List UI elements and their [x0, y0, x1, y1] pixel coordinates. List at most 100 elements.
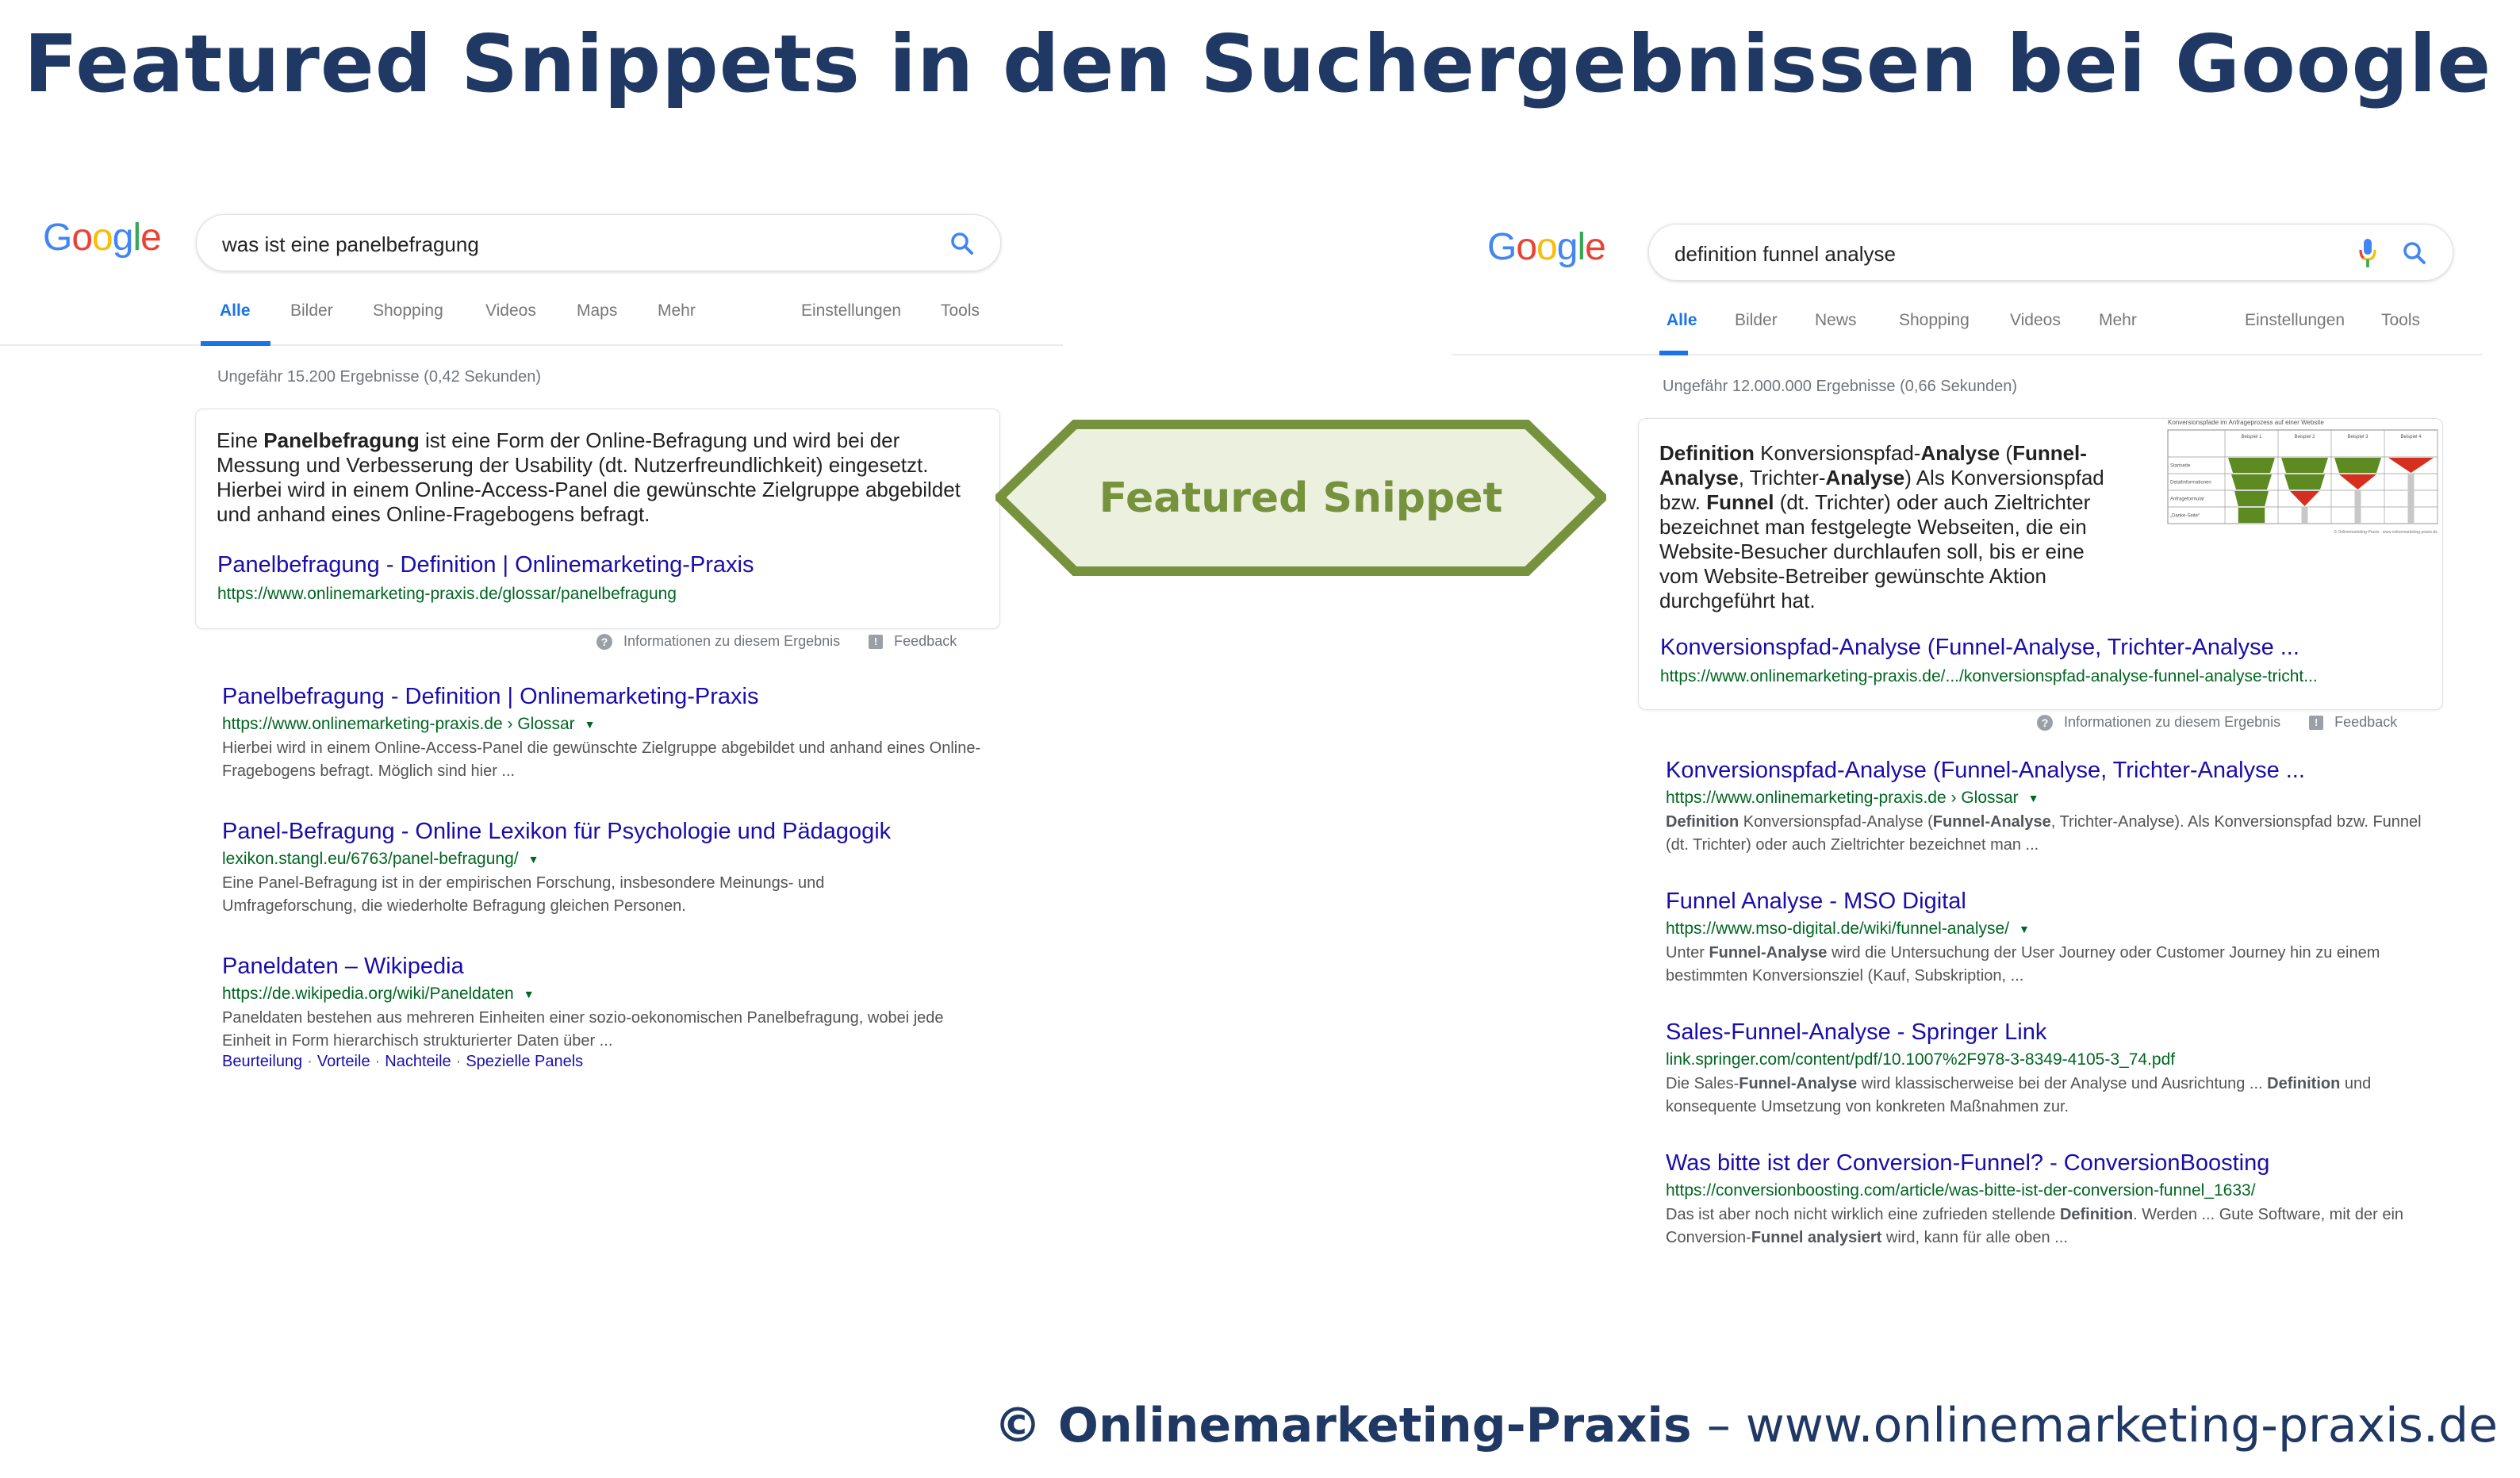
featured-snippet-left: Eine Panelbefragung ist eine Form der On… — [195, 409, 1000, 629]
footer-url[interactable]: www.onlinemarketing-praxis.de — [1746, 1398, 2498, 1453]
result-title-link[interactable]: Panel-Befragung - Online Lexikon für Psy… — [222, 819, 984, 845]
footer-brand: © Onlinemarketing-Praxis — [994, 1398, 1692, 1453]
tab-videos[interactable]: Videos — [2010, 311, 2061, 330]
sitelink[interactable]: Nachteile — [385, 1053, 451, 1070]
search-query[interactable]: definition funnel analyse — [1674, 242, 1896, 267]
thumb-row-label: „Danke-Seite“ — [2170, 514, 2200, 519]
result-title-link[interactable]: Sales-Funnel-Analyse - Springer Link — [1666, 1019, 2427, 1046]
thumb-funnel-segment — [2238, 508, 2265, 523]
search-header: Google definition funnel analyse — [1452, 208, 2483, 295]
organic-result: Konversionspfad-Analyse (Funnel-Analyse,… — [1666, 758, 2427, 857]
tab-mehr[interactable]: Mehr — [2099, 311, 2137, 330]
feedback-icon: ! — [2309, 716, 2324, 731]
organic-result: Paneldaten – Wikipedia https://de.wikipe… — [222, 954, 984, 1071]
snippet-text: Definition Konversionspfad-Analyse (Funn… — [1659, 441, 2104, 612]
result-url: https://www.onlinemarketing-praxis.de › … — [1666, 789, 2019, 807]
thumb-row-label: Detailinformationen — [2170, 481, 2211, 486]
sitelink[interactable]: Spezielle Panels — [466, 1053, 583, 1070]
search-tabs: Alle Bilder News Shopping Videos Mehr Ei… — [1452, 295, 2483, 355]
organic-result: Panelbefragung - Definition | Onlinemark… — [222, 684, 984, 783]
search-input[interactable]: was ist eine panelbefragung — [196, 214, 1001, 271]
thumb-credit: © Onlinemarketing-Praxis · www.onlinemar… — [2334, 529, 2438, 535]
caret-down-icon[interactable]: ▼ — [585, 718, 596, 731]
serp-left: Google was ist eine panelbefragung Alle … — [0, 198, 1063, 386]
search-icon[interactable] — [948, 229, 976, 258]
result-title-link[interactable]: Funnel Analyse - MSO Digital — [1666, 889, 2427, 915]
thumb-funnel-segment — [2234, 491, 2269, 506]
result-url: https://de.wikipedia.org/wiki/Paneldaten — [222, 985, 514, 1003]
snippet-url: https://www.onlinemarketing-praxis.de/..… — [1660, 667, 2318, 685]
tab-videos[interactable]: Videos — [485, 301, 536, 321]
result-stats: Ungefähr 12.000.000 Ergebnisse (0,66 Sek… — [1663, 378, 2017, 395]
tab-mehr[interactable]: Mehr — [658, 301, 696, 321]
tab-einstellungen[interactable]: Einstellungen — [801, 301, 901, 321]
google-logo[interactable]: Google — [43, 216, 162, 259]
thumb-column-label: Beispiel 3 — [2347, 435, 2368, 440]
search-icon[interactable] — [2400, 239, 2429, 267]
funnel-diagram: Beispiel 1 Beispiel 2 Beispiel 3 Beispiel 4… — [2167, 429, 2438, 535]
tab-news[interactable]: News — [1815, 311, 1857, 330]
featured-snippet-badge: Featured Snippet — [995, 417, 1606, 579]
feedback-link[interactable]: Feedback — [2334, 714, 2397, 730]
result-description: Eine Panel-Befragung ist in der empirisc… — [222, 874, 825, 915]
help-circle-icon: ? — [2037, 715, 2053, 731]
snippet-thumbnail-image[interactable]: Konversionspfade im Anfrageprozess auf e… — [2166, 419, 2440, 538]
result-url: link.springer.com/content/pdf/10.1007%2F… — [1666, 1050, 2176, 1069]
result-description: Unter Funnel-Analyse wird die Untersuchu… — [1666, 944, 2380, 985]
result-url: https://www.onlinemarketing-praxis.de › … — [222, 715, 575, 733]
result-title-link[interactable]: Konversionspfad-Analyse (Funnel-Analyse,… — [1666, 758, 2427, 784]
tab-einstellungen[interactable]: Einstellungen — [2245, 311, 2345, 330]
thumb-funnel-stem — [2354, 490, 2361, 507]
snippet-text: Eine Panelbefragung ist eine Form der On… — [217, 428, 961, 526]
result-title-link[interactable]: Paneldaten – Wikipedia — [222, 954, 984, 980]
help-circle-icon: ? — [596, 634, 612, 651]
caret-down-icon[interactable]: ▼ — [528, 853, 539, 866]
sitelinks: Beurteilung · Vorteile · Nachteile · Spezielle… — [222, 1053, 584, 1070]
caret-down-icon[interactable]: ▼ — [2028, 792, 2039, 804]
about-result-link[interactable]: Informationen zu diesem Ergebnis — [623, 633, 840, 649]
organic-result: Sales-Funnel-Analyse - Springer Link link… — [1666, 1019, 2427, 1119]
caret-down-icon[interactable]: ▼ — [524, 988, 535, 1000]
tab-maps[interactable]: Maps — [577, 301, 617, 321]
thumb-column-label: Beispiel 4 — [2400, 435, 2422, 440]
snippet-title-link[interactable]: Panelbefragung - Definition | Onlinemark… — [217, 552, 754, 578]
tab-shopping[interactable]: Shopping — [373, 301, 443, 321]
microphone-icon[interactable] — [2358, 237, 2377, 269]
tab-tools[interactable]: Tools — [941, 301, 980, 321]
thumb-funnel-stem — [2354, 507, 2361, 524]
thumb-funnel-segment — [2231, 474, 2272, 489]
snippet-title-link[interactable]: Konversionspfad-Analyse (Funnel-Analyse,… — [1660, 635, 2299, 661]
tab-bilder[interactable]: Bilder — [290, 301, 333, 321]
search-query[interactable]: was ist eine panelbefragung — [222, 232, 479, 257]
google-logo[interactable]: Google — [1487, 225, 1606, 269]
active-tab-indicator — [1659, 351, 1688, 355]
result-description: Die Sales-Funnel-Analyse wird klassische… — [1666, 1075, 2372, 1115]
thumb-column-label: Beispiel 1 — [2241, 435, 2262, 440]
active-tab-indicator — [201, 341, 270, 346]
thumb-column-label: Beispiel 2 — [2294, 435, 2315, 440]
result-title-link[interactable]: Was bitte ist der Conversion-Funnel? - C… — [1666, 1150, 2427, 1177]
caret-down-icon[interactable]: ▼ — [2019, 923, 2030, 935]
thumb-funnel-stem — [2407, 507, 2415, 524]
tab-alle[interactable]: Alle — [1667, 311, 1697, 330]
snippet-url: https://www.onlinemarketing-praxis.de/gl… — [217, 585, 677, 603]
organic-result: Panel-Befragung - Online Lexikon für Psy… — [222, 819, 984, 918]
thumb-funnel-segment — [2334, 458, 2381, 473]
tab-alle[interactable]: Alle — [220, 301, 251, 321]
badge-label: Featured Snippet — [1099, 474, 1503, 522]
tab-shopping[interactable]: Shopping — [1899, 311, 1970, 330]
thumb-funnel-segment — [2281, 458, 2328, 473]
result-url: https://conversionboosting.com/article/w… — [1666, 1181, 2256, 1200]
search-input[interactable]: definition funnel analyse — [1648, 224, 2453, 281]
about-result-link[interactable]: Informationen zu diesem Ergebnis — [2064, 714, 2280, 730]
tab-bilder[interactable]: Bilder — [1735, 311, 1778, 330]
sitelink[interactable]: Beurteilung — [222, 1053, 302, 1070]
sitelink[interactable]: Vorteile — [317, 1053, 370, 1070]
copyright-footer: © Onlinemarketing-Praxis – www.onlinemar… — [994, 1398, 2498, 1453]
result-title-link[interactable]: Panelbefragung - Definition | Onlinemark… — [222, 684, 984, 710]
thumb-funnel-segment — [2284, 474, 2325, 489]
thumb-row-label: Anfrageformular — [2170, 497, 2204, 502]
tab-tools[interactable]: Tools — [2381, 311, 2420, 330]
feedback-link[interactable]: Feedback — [894, 633, 957, 649]
serp-right: Google definition funnel analyse Alle Bi… — [1452, 208, 2483, 396]
